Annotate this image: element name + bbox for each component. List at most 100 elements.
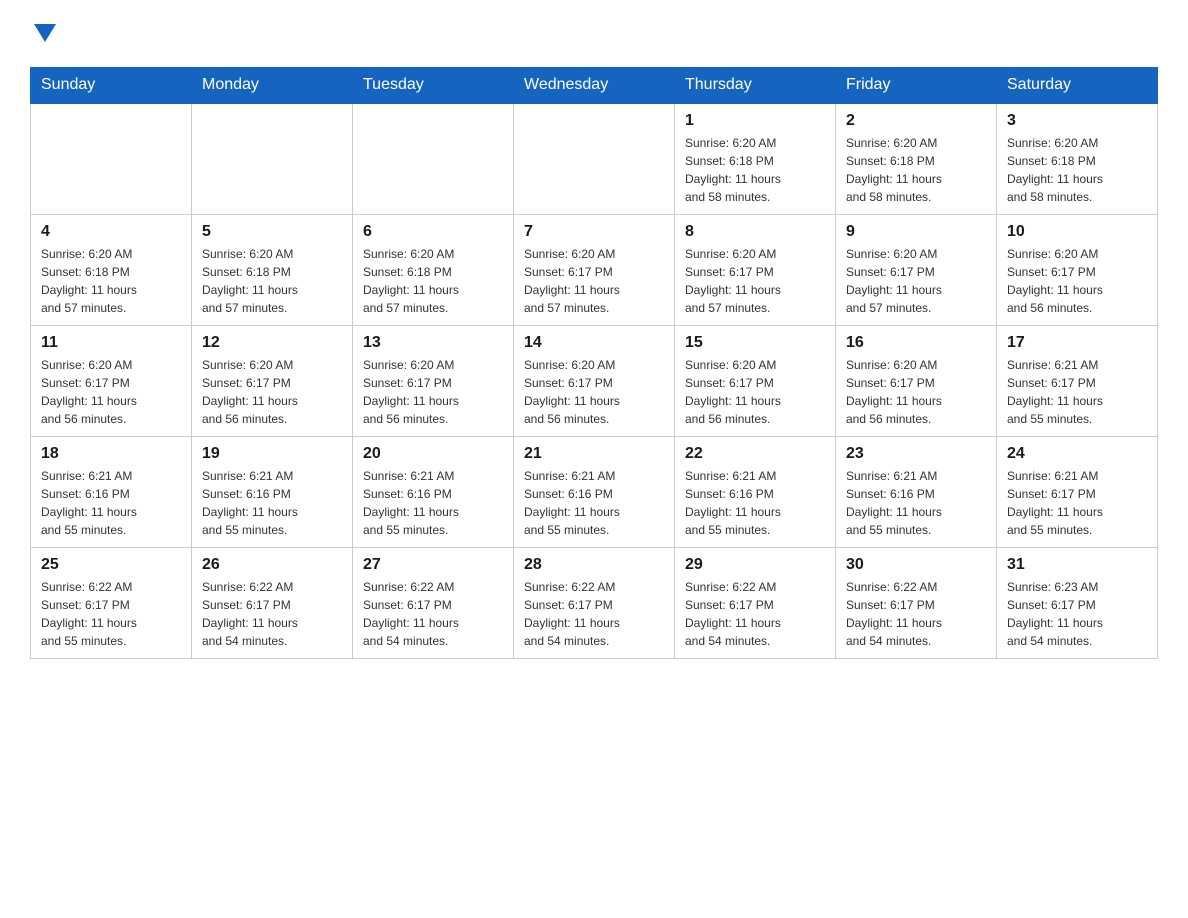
day-info: Sunrise: 6:22 AMSunset: 6:17 PMDaylight:… xyxy=(202,578,342,650)
day-info: Sunrise: 6:22 AMSunset: 6:17 PMDaylight:… xyxy=(41,578,181,650)
calendar-cell: 6 Sunrise: 6:20 AMSunset: 6:18 PMDaylight… xyxy=(353,215,514,326)
calendar-cell: 25 Sunrise: 6:22 AMSunset: 6:17 PMDayligh… xyxy=(31,548,192,659)
weekday-header-sunday: Sunday xyxy=(31,68,192,104)
calendar-cell: 18 Sunrise: 6:21 AMSunset: 6:16 PMDayligh… xyxy=(31,437,192,548)
day-info: Sunrise: 6:20 AMSunset: 6:17 PMDaylight:… xyxy=(363,356,503,428)
calendar-cell: 8 Sunrise: 6:20 AMSunset: 6:17 PMDaylight… xyxy=(675,215,836,326)
calendar-cell xyxy=(353,103,514,215)
calendar-cell: 30 Sunrise: 6:22 AMSunset: 6:17 PMDayligh… xyxy=(836,548,997,659)
calendar-cell: 23 Sunrise: 6:21 AMSunset: 6:16 PMDayligh… xyxy=(836,437,997,548)
calendar-cell: 27 Sunrise: 6:22 AMSunset: 6:17 PMDayligh… xyxy=(353,548,514,659)
day-info: Sunrise: 6:20 AMSunset: 6:17 PMDaylight:… xyxy=(1007,245,1147,317)
calendar-cell: 15Sunrise: 6:20 AMSunset: 6:17 PMDayligh… xyxy=(675,326,836,437)
calendar-week-5: 25 Sunrise: 6:22 AMSunset: 6:17 PMDayligh… xyxy=(31,548,1158,659)
day-info: Sunrise: 6:20 AMSunset: 6:17 PMDaylight:… xyxy=(524,245,664,317)
calendar-cell: 31Sunrise: 6:23 AMSunset: 6:17 PMDayligh… xyxy=(997,548,1158,659)
day-number: 4 xyxy=(41,223,181,241)
day-info: Sunrise: 6:20 AMSunset: 6:18 PMDaylight:… xyxy=(363,245,503,317)
day-info: Sunrise: 6:20 AMSunset: 6:17 PMDaylight:… xyxy=(41,356,181,428)
day-number: 13 xyxy=(363,334,503,352)
weekday-header-saturday: Saturday xyxy=(997,68,1158,104)
calendar-cell: 4 Sunrise: 6:20 AMSunset: 6:18 PMDaylight… xyxy=(31,215,192,326)
calendar-cell: 9Sunrise: 6:20 AMSunset: 6:17 PMDaylight… xyxy=(836,215,997,326)
calendar-cell: 13 Sunrise: 6:20 AMSunset: 6:17 PMDayligh… xyxy=(353,326,514,437)
day-number: 19 xyxy=(202,445,342,463)
day-number: 24 xyxy=(1007,445,1147,463)
page-header xyxy=(30,20,1158,47)
logo xyxy=(30,20,56,47)
weekday-header-tuesday: Tuesday xyxy=(353,68,514,104)
day-info: Sunrise: 6:22 AMSunset: 6:17 PMDaylight:… xyxy=(524,578,664,650)
day-number: 3 xyxy=(1007,112,1147,130)
day-info: Sunrise: 6:21 AMSunset: 6:16 PMDaylight:… xyxy=(685,467,825,539)
day-info: Sunrise: 6:21 AMSunset: 6:16 PMDaylight:… xyxy=(846,467,986,539)
day-number: 21 xyxy=(524,445,664,463)
weekday-header-row: SundayMondayTuesdayWednesdayThursdayFrid… xyxy=(31,68,1158,104)
day-info: Sunrise: 6:20 AMSunset: 6:17 PMDaylight:… xyxy=(685,245,825,317)
day-info: Sunrise: 6:21 AMSunset: 6:16 PMDaylight:… xyxy=(202,467,342,539)
calendar-cell: 3 Sunrise: 6:20 AMSunset: 6:18 PMDaylight… xyxy=(997,103,1158,215)
calendar-cell: 22Sunrise: 6:21 AMSunset: 6:16 PMDayligh… xyxy=(675,437,836,548)
calendar-cell: 19 Sunrise: 6:21 AMSunset: 6:16 PMDayligh… xyxy=(192,437,353,548)
calendar-cell: 5 Sunrise: 6:20 AMSunset: 6:18 PMDaylight… xyxy=(192,215,353,326)
calendar-cell: 28 Sunrise: 6:22 AMSunset: 6:17 PMDayligh… xyxy=(514,548,675,659)
day-info: Sunrise: 6:22 AMSunset: 6:17 PMDaylight:… xyxy=(846,578,986,650)
calendar-cell: 2Sunrise: 6:20 AMSunset: 6:18 PMDaylight… xyxy=(836,103,997,215)
calendar-cell: 7 Sunrise: 6:20 AMSunset: 6:17 PMDaylight… xyxy=(514,215,675,326)
day-info: Sunrise: 6:22 AMSunset: 6:17 PMDaylight:… xyxy=(363,578,503,650)
calendar-cell: 29Sunrise: 6:22 AMSunset: 6:17 PMDayligh… xyxy=(675,548,836,659)
day-info: Sunrise: 6:20 AMSunset: 6:18 PMDaylight:… xyxy=(41,245,181,317)
weekday-header-thursday: Thursday xyxy=(675,68,836,104)
calendar-cell: 26 Sunrise: 6:22 AMSunset: 6:17 PMDayligh… xyxy=(192,548,353,659)
calendar-cell xyxy=(31,103,192,215)
calendar-cell: 21 Sunrise: 6:21 AMSunset: 6:16 PMDayligh… xyxy=(514,437,675,548)
day-number: 20 xyxy=(363,445,503,463)
day-number: 25 xyxy=(41,556,181,574)
day-number: 5 xyxy=(202,223,342,241)
day-number: 23 xyxy=(846,445,986,463)
calendar-week-4: 18 Sunrise: 6:21 AMSunset: 6:16 PMDayligh… xyxy=(31,437,1158,548)
day-number: 6 xyxy=(363,223,503,241)
calendar-cell xyxy=(192,103,353,215)
day-number: 29 xyxy=(685,556,825,574)
day-info: Sunrise: 6:20 AMSunset: 6:18 PMDaylight:… xyxy=(846,134,986,206)
logo-arrow-icon xyxy=(34,24,56,42)
calendar-week-3: 11 Sunrise: 6:20 AMSunset: 6:17 PMDayligh… xyxy=(31,326,1158,437)
day-number: 1 xyxy=(685,112,825,130)
day-info: Sunrise: 6:21 AMSunset: 6:16 PMDaylight:… xyxy=(41,467,181,539)
day-number: 18 xyxy=(41,445,181,463)
day-info: Sunrise: 6:20 AMSunset: 6:18 PMDaylight:… xyxy=(685,134,825,206)
day-number: 28 xyxy=(524,556,664,574)
day-number: 8 xyxy=(685,223,825,241)
day-number: 16 xyxy=(846,334,986,352)
calendar-cell: 16 Sunrise: 6:20 AMSunset: 6:17 PMDayligh… xyxy=(836,326,997,437)
calendar-cell: 1 Sunrise: 6:20 AMSunset: 6:18 PMDaylight… xyxy=(675,103,836,215)
day-number: 10 xyxy=(1007,223,1147,241)
calendar-cell: 11 Sunrise: 6:20 AMSunset: 6:17 PMDayligh… xyxy=(31,326,192,437)
day-number: 30 xyxy=(846,556,986,574)
day-number: 26 xyxy=(202,556,342,574)
day-info: Sunrise: 6:21 AMSunset: 6:16 PMDaylight:… xyxy=(524,467,664,539)
day-number: 17 xyxy=(1007,334,1147,352)
day-number: 11 xyxy=(41,334,181,352)
day-info: Sunrise: 6:23 AMSunset: 6:17 PMDaylight:… xyxy=(1007,578,1147,650)
day-info: Sunrise: 6:20 AMSunset: 6:17 PMDaylight:… xyxy=(846,245,986,317)
day-info: Sunrise: 6:21 AMSunset: 6:16 PMDaylight:… xyxy=(363,467,503,539)
day-info: Sunrise: 6:21 AMSunset: 6:17 PMDaylight:… xyxy=(1007,467,1147,539)
day-number: 27 xyxy=(363,556,503,574)
calendar-week-1: 1 Sunrise: 6:20 AMSunset: 6:18 PMDaylight… xyxy=(31,103,1158,215)
day-info: Sunrise: 6:20 AMSunset: 6:17 PMDaylight:… xyxy=(685,356,825,428)
day-info: Sunrise: 6:20 AMSunset: 6:18 PMDaylight:… xyxy=(202,245,342,317)
day-info: Sunrise: 6:20 AMSunset: 6:17 PMDaylight:… xyxy=(846,356,986,428)
day-info: Sunrise: 6:20 AMSunset: 6:18 PMDaylight:… xyxy=(1007,134,1147,206)
weekday-header-wednesday: Wednesday xyxy=(514,68,675,104)
calendar-cell: 17 Sunrise: 6:21 AMSunset: 6:17 PMDayligh… xyxy=(997,326,1158,437)
day-number: 7 xyxy=(524,223,664,241)
weekday-header-monday: Monday xyxy=(192,68,353,104)
day-info: Sunrise: 6:20 AMSunset: 6:17 PMDaylight:… xyxy=(202,356,342,428)
day-info: Sunrise: 6:21 AMSunset: 6:17 PMDaylight:… xyxy=(1007,356,1147,428)
calendar-cell: 10 Sunrise: 6:20 AMSunset: 6:17 PMDayligh… xyxy=(997,215,1158,326)
calendar-header: SundayMondayTuesdayWednesdayThursdayFrid… xyxy=(31,68,1158,104)
calendar-cell: 20 Sunrise: 6:21 AMSunset: 6:16 PMDayligh… xyxy=(353,437,514,548)
calendar-cell xyxy=(514,103,675,215)
